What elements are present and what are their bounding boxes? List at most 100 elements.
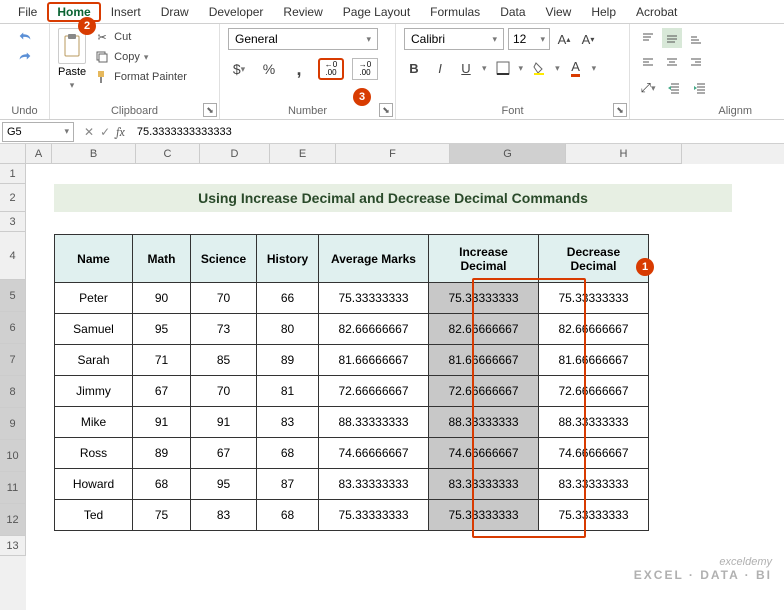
select-all-corner[interactable]: [0, 144, 26, 164]
cell-inc[interactable]: 82.66666667: [429, 314, 539, 345]
row-12[interactable]: 12: [0, 504, 26, 536]
copy-button[interactable]: Copy▾: [92, 48, 189, 66]
cell-hist[interactable]: 89: [257, 345, 319, 376]
cell-math[interactable]: 67: [133, 376, 191, 407]
menu-developer[interactable]: Developer: [199, 2, 274, 22]
cell-sci[interactable]: 70: [191, 376, 257, 407]
accept-formula-icon[interactable]: ✓: [100, 125, 110, 139]
cell-name[interactable]: Howard: [55, 469, 133, 500]
row-6[interactable]: 6: [0, 312, 26, 344]
orientation-button[interactable]: ⤢▾: [638, 78, 658, 98]
fx-icon[interactable]: fx: [116, 125, 125, 139]
cell-sci[interactable]: 95: [191, 469, 257, 500]
hdr-inc[interactable]: Increase Decimal: [429, 235, 539, 283]
increase-indent-button[interactable]: [690, 78, 710, 98]
cell-sci[interactable]: 70: [191, 283, 257, 314]
col-A[interactable]: A: [26, 144, 52, 164]
number-format-select[interactable]: General▾: [228, 28, 378, 50]
col-F[interactable]: F: [336, 144, 450, 164]
menu-review[interactable]: Review: [273, 2, 332, 22]
row-2[interactable]: 2: [0, 184, 26, 212]
cell-avg[interactable]: 74.66666667: [319, 438, 429, 469]
cell-inc[interactable]: 88.33333333: [429, 407, 539, 438]
cell-avg[interactable]: 81.66666667: [319, 345, 429, 376]
menu-insert[interactable]: Insert: [101, 2, 151, 22]
align-top-button[interactable]: [638, 28, 658, 48]
align-bottom-button[interactable]: [686, 28, 706, 48]
align-right-button[interactable]: [686, 52, 706, 72]
menu-help[interactable]: Help: [581, 2, 626, 22]
cell-dec[interactable]: 81.66666667: [539, 345, 649, 376]
comma-button[interactable]: ,: [288, 58, 310, 80]
fill-color-button[interactable]: [529, 58, 549, 78]
hdr-dec[interactable]: Decrease Decimal: [539, 235, 649, 283]
col-D[interactable]: D: [200, 144, 270, 164]
row-3[interactable]: 3: [0, 212, 26, 232]
formula-input[interactable]: 75.3333333333333: [131, 126, 784, 138]
menu-acrobat[interactable]: Acrobat: [626, 2, 687, 22]
cancel-formula-icon[interactable]: ✕: [84, 125, 94, 139]
cell-avg[interactable]: 83.33333333: [319, 469, 429, 500]
hdr-history[interactable]: History: [257, 235, 319, 283]
font-color-button[interactable]: A: [566, 58, 586, 78]
shrink-font-button[interactable]: A▾: [578, 29, 598, 49]
cell-sci[interactable]: 83: [191, 500, 257, 531]
cell-avg[interactable]: 72.66666667: [319, 376, 429, 407]
name-box[interactable]: G5▾: [2, 122, 74, 142]
bold-button[interactable]: B: [404, 58, 424, 78]
cell-dec[interactable]: 72.66666667: [539, 376, 649, 407]
italic-button[interactable]: I: [430, 58, 450, 78]
align-center-button[interactable]: [662, 52, 682, 72]
cell-hist[interactable]: 68: [257, 500, 319, 531]
col-B[interactable]: B: [52, 144, 136, 164]
cell-inc[interactable]: 81.66666667: [429, 345, 539, 376]
menu-formulas[interactable]: Formulas: [420, 2, 490, 22]
col-G[interactable]: G: [450, 144, 566, 164]
worksheet-grid[interactable]: Using Increase Decimal and Decrease Deci…: [26, 164, 784, 610]
cell-avg[interactable]: 75.33333333: [319, 500, 429, 531]
cell-sci[interactable]: 67: [191, 438, 257, 469]
cell-avg[interactable]: 82.66666667: [319, 314, 429, 345]
cell-inc[interactable]: 75.33333333: [429, 283, 539, 314]
cell-hist[interactable]: 80: [257, 314, 319, 345]
cell-math[interactable]: 90: [133, 283, 191, 314]
font-name-select[interactable]: Calibri▾: [404, 28, 504, 50]
cell-name[interactable]: Samuel: [55, 314, 133, 345]
cell-hist[interactable]: 68: [257, 438, 319, 469]
paste-dropdown[interactable]: ▾: [70, 80, 75, 91]
menu-view[interactable]: View: [536, 2, 582, 22]
clipboard-launcher[interactable]: ⬊: [203, 103, 217, 117]
cell-math[interactable]: 71: [133, 345, 191, 376]
align-left-button[interactable]: [638, 52, 658, 72]
menu-data[interactable]: Data: [490, 2, 535, 22]
row-5[interactable]: 5: [0, 280, 26, 312]
cell-sci[interactable]: 85: [191, 345, 257, 376]
row-13[interactable]: 13: [0, 536, 26, 556]
cell-name[interactable]: Ross: [55, 438, 133, 469]
cell-hist[interactable]: 66: [257, 283, 319, 314]
redo-icon[interactable]: [17, 48, 33, 64]
menu-file[interactable]: File: [8, 2, 47, 22]
cell-inc[interactable]: 74.66666667: [429, 438, 539, 469]
hdr-avg[interactable]: Average Marks: [319, 235, 429, 283]
cell-math[interactable]: 68: [133, 469, 191, 500]
cell-math[interactable]: 89: [133, 438, 191, 469]
row-11[interactable]: 11: [0, 472, 26, 504]
cell-hist[interactable]: 87: [257, 469, 319, 500]
row-10[interactable]: 10: [0, 440, 26, 472]
cell-dec[interactable]: 83.33333333: [539, 469, 649, 500]
decrease-indent-button[interactable]: [664, 78, 684, 98]
row-9[interactable]: 9: [0, 408, 26, 440]
cell-avg[interactable]: 88.33333333: [319, 407, 429, 438]
cell-inc[interactable]: 83.33333333: [429, 469, 539, 500]
increase-decimal-button[interactable]: ←0.00: [318, 58, 344, 80]
format-painter-button[interactable]: Format Painter: [92, 68, 189, 86]
hdr-math[interactable]: Math: [133, 235, 191, 283]
percent-button[interactable]: %: [258, 58, 280, 80]
cell-name[interactable]: Jimmy: [55, 376, 133, 407]
col-H[interactable]: H: [566, 144, 682, 164]
cell-hist[interactable]: 83: [257, 407, 319, 438]
cell-name[interactable]: Ted: [55, 500, 133, 531]
cell-sci[interactable]: 91: [191, 407, 257, 438]
align-middle-button[interactable]: [662, 28, 682, 48]
